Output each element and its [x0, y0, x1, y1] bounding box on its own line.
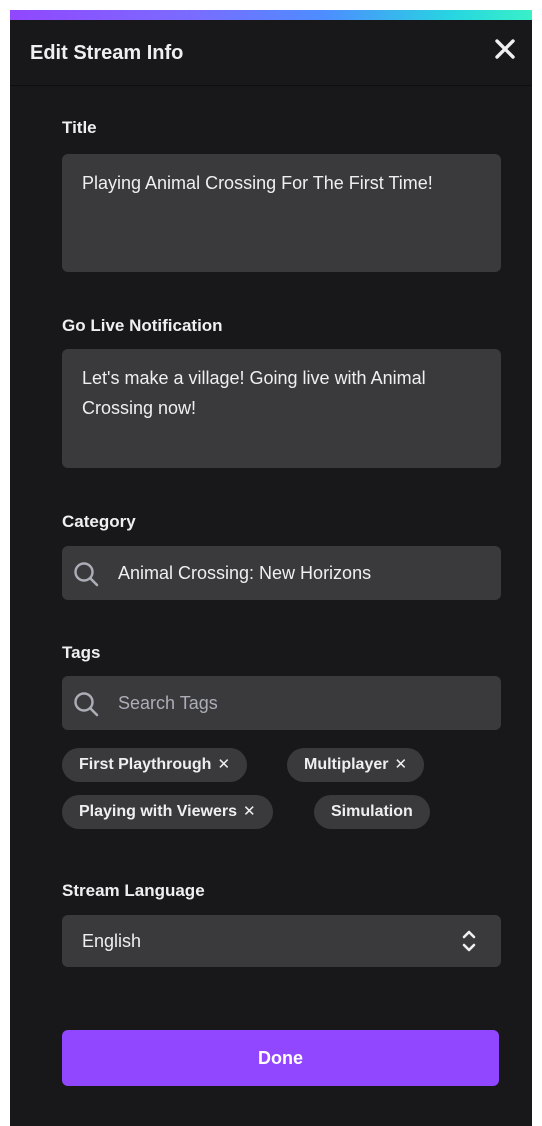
category-label: Category — [62, 512, 136, 531]
title-label: Title — [62, 118, 97, 137]
chevron-updown-icon — [462, 930, 476, 952]
stream-language-select[interactable]: English — [62, 915, 501, 967]
remove-tag-icon[interactable]: ✕ — [394, 748, 407, 782]
tags-search-placeholder: Search Tags — [118, 693, 218, 713]
search-icon — [74, 562, 99, 587]
remove-tag-icon[interactable]: ✕ — [243, 795, 256, 829]
remove-tag-icon[interactable]: ✕ — [217, 748, 230, 782]
title-input[interactable]: Playing Animal Crossing For The First Ti… — [62, 154, 501, 272]
tag-label: First Playthrough — [79, 756, 212, 773]
search-icon — [74, 692, 99, 717]
tag-chip[interactable]: Simulation — [314, 795, 430, 829]
category-value: Animal Crossing: New Horizons — [118, 563, 372, 583]
category-search-field[interactable]: Animal Crossing: New Horizons — [62, 546, 501, 600]
stream-language-label: Stream Language — [62, 881, 205, 900]
tag-chip[interactable]: Multiplayer ✕ — [287, 748, 425, 782]
tag-label: Multiplayer — [304, 756, 389, 773]
tag-label: Simulation — [331, 803, 413, 820]
panel-header: Edit Stream Info — [10, 20, 532, 86]
tags-search-field[interactable]: Search Tags — [62, 676, 501, 730]
accent-gradient-bar — [10, 10, 532, 20]
go-live-notification-input[interactable]: Let's make a village! Going live with An… — [62, 349, 501, 468]
stream-language-value: English — [82, 931, 142, 951]
close-button[interactable] — [490, 34, 520, 64]
go-live-notification-label: Go Live Notification — [62, 316, 223, 335]
close-icon — [495, 39, 515, 59]
tag-chip[interactable]: First Playthrough ✕ — [62, 748, 248, 782]
tag-chip[interactable]: Playing with Viewers ✕ — [62, 795, 273, 829]
tags-label: Tags — [62, 643, 101, 662]
tag-label: Playing with Viewers — [79, 803, 237, 820]
done-button[interactable]: Done — [62, 1030, 499, 1086]
panel-title: Edit Stream Info — [30, 42, 184, 64]
